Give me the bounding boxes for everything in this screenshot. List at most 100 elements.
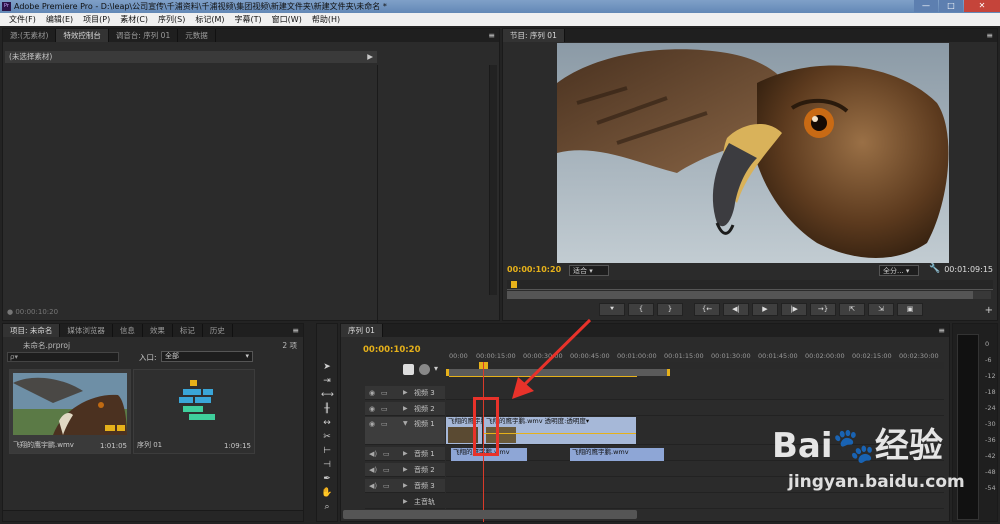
timeline-horizontal-scrollbar[interactable] [343,510,637,519]
expand-track-icon[interactable]: ▶ [403,386,408,400]
menu-marker[interactable]: 标记(M) [190,13,229,26]
menu-file[interactable]: 文件(F) [4,13,41,26]
track-header-video2[interactable]: ◉ ▭ ▶ 视频 2 [365,402,445,416]
project-item-clip[interactable]: 飞翔的鹰宇鹏.wmv 1:01:05 [9,369,131,454]
tab-project[interactable]: 项目: 未命名 [3,324,61,337]
zoom-tool-icon[interactable]: ⌕ [321,502,333,513]
menu-clip[interactable]: 素材(C) [115,13,153,26]
track-lane-audio1[interactable]: 飞翔的鹰宇鹏.wmv 飞翔的鹰宇鹏.wmv [446,447,944,461]
snap-icon[interactable] [403,364,414,375]
fit-dropdown[interactable]: 适合 ▾ [569,265,609,276]
menu-sequence[interactable]: 序列(S) [153,13,190,26]
program-playhead[interactable] [511,281,517,288]
add-marker-button[interactable]: ⯆ [599,303,625,316]
lock-icon[interactable]: ▭ [381,417,388,431]
menu-help[interactable]: 帮助(H) [307,13,345,26]
collapse-track-icon[interactable]: ▼ [403,417,408,431]
track-header-video1[interactable]: ◉ ▭ ▼ 视频 1 [365,417,445,445]
marker-flag-icon[interactable]: ▾ [434,364,440,375]
speaker-icon[interactable]: ◀) [369,463,377,477]
audio-clip-b[interactable]: 飞翔的鹰宇鹏.wmv [570,448,664,461]
tab-markers[interactable]: 标记 [173,324,203,337]
eye-icon[interactable]: ◉ [369,417,375,431]
eye-icon[interactable]: ◉ [369,402,375,416]
menu-project[interactable]: 项目(P) [78,13,115,26]
expand-track-icon[interactable]: ▶ [403,447,408,461]
go-to-in-button[interactable]: {← [694,303,720,316]
slip-tool-icon[interactable]: ⊢ [321,446,333,457]
tab-program[interactable]: 节目: 序列 01 [503,29,565,42]
lock-icon[interactable]: ▭ [383,447,390,461]
expand-track-icon[interactable]: ▶ [403,495,408,509]
mark-out-button[interactable]: } [657,303,683,316]
track-lane-video1[interactable]: 飞翔的鹰宇鹏 飞翔的鹰宇鹏.wmv 透明度:透明度▾ [446,417,944,445]
menu-edit[interactable]: 编辑(E) [41,13,78,26]
minimize-button[interactable]: — [914,0,938,12]
track-lane-audio2[interactable] [446,463,944,477]
tab-media-browser[interactable]: 媒体浏览器 [60,324,113,337]
lock-icon[interactable]: ▭ [383,463,390,477]
close-button[interactable]: ✕ [964,0,1000,12]
panel-menu-icon[interactable]: ≡ [292,324,299,337]
razor-tool-icon[interactable]: ✂ [321,432,333,443]
rolling-edit-tool-icon[interactable]: ╫ [321,404,333,415]
maximize-button[interactable]: □ [939,0,963,12]
extract-button[interactable]: ⇲ [868,303,894,316]
speaker-icon[interactable]: ◀) [369,479,377,493]
tab-effect-controls[interactable]: 特效控制台 [56,29,109,42]
program-zoom-handle[interactable] [973,291,991,299]
tab-sequence-01[interactable]: 序列 01 [341,324,383,337]
project-search-input[interactable]: ρ▾ [7,352,119,362]
rate-stretch-tool-icon[interactable]: ↔ [321,418,333,429]
track-header-video3[interactable]: ◉ ▭ ▶ 视频 3 [365,386,445,400]
track-header-master[interactable]: ▶ 主音轨 [365,495,445,509]
track-lane-master[interactable] [446,495,944,509]
expand-arrow-icon[interactable]: ▶ [367,51,373,63]
track-header-audio1[interactable]: ◀) ▭ ▶ 音频 1 [365,447,445,461]
lock-icon[interactable]: ▭ [381,386,388,400]
program-time-ruler[interactable] [507,280,993,290]
expand-track-icon[interactable]: ▶ [403,479,408,493]
lift-button[interactable]: ⇱ [839,303,865,316]
menu-title[interactable]: 字幕(T) [230,13,267,26]
menu-window[interactable]: 窗口(W) [267,13,307,26]
set-marker-icon[interactable] [419,364,430,375]
mark-in-button[interactable]: { [628,303,654,316]
vertical-scrollbar[interactable] [489,65,497,295]
selection-tool-icon[interactable]: ➤ [321,362,333,373]
panel-menu-icon[interactable]: ≡ [488,29,495,42]
button-editor-plus-icon[interactable]: + [985,305,993,316]
pen-tool-icon[interactable]: ✒ [321,474,333,485]
ripple-edit-tool-icon[interactable]: ⟷ [321,390,334,401]
project-item-sequence[interactable]: 序列 01 1:09:15 [133,369,255,454]
track-header-audio3[interactable]: ◀) ▭ ▶ 音频 3 [365,479,445,493]
playback-resolution-dropdown[interactable]: 全分... ▾ [879,265,919,276]
video-clip-b[interactable]: 飞翔的鹰宇鹏.wmv 透明度:透明度▾ [484,417,636,444]
in-filter-dropdown[interactable]: 全部 ▾ [161,351,253,362]
go-to-out-button[interactable]: →} [810,303,836,316]
slide-tool-icon[interactable]: ⊣ [321,460,333,471]
track-header-audio2[interactable]: ◀) ▭ ▶ 音频 2 [365,463,445,477]
speaker-icon[interactable]: ◀) [369,447,377,461]
lock-icon[interactable]: ▭ [381,402,388,416]
program-current-timecode[interactable]: 00:00:10:20 [507,265,561,274]
track-select-tool-icon[interactable]: ⇥ [321,376,333,387]
tab-effects[interactable]: 效果 [143,324,173,337]
panel-menu-icon[interactable]: ≡ [986,29,993,42]
lock-icon[interactable]: ▭ [383,479,390,493]
wrench-settings-icon[interactable]: 🔧 [929,264,940,274]
track-lane-audio3[interactable] [446,479,944,493]
program-zoom-bar[interactable] [507,291,973,299]
hand-tool-icon[interactable]: ✋ [321,488,333,499]
expand-track-icon[interactable]: ▶ [403,463,408,477]
tab-source[interactable]: 源:(无素材) [3,29,57,42]
sequence-timecode[interactable]: 00:00:10:20 [363,345,421,355]
play-button[interactable]: ▶ [752,303,778,316]
opacity-line[interactable] [484,433,636,434]
panel-menu-icon[interactable]: ≡ [938,324,945,337]
export-frame-button[interactable]: ▣ [897,303,923,316]
step-back-button[interactable]: ◀| [723,303,749,316]
tab-info[interactable]: 信息 [113,324,143,337]
tab-metadata[interactable]: 元数据 [178,29,216,42]
step-forward-button[interactable]: |▶ [781,303,807,316]
